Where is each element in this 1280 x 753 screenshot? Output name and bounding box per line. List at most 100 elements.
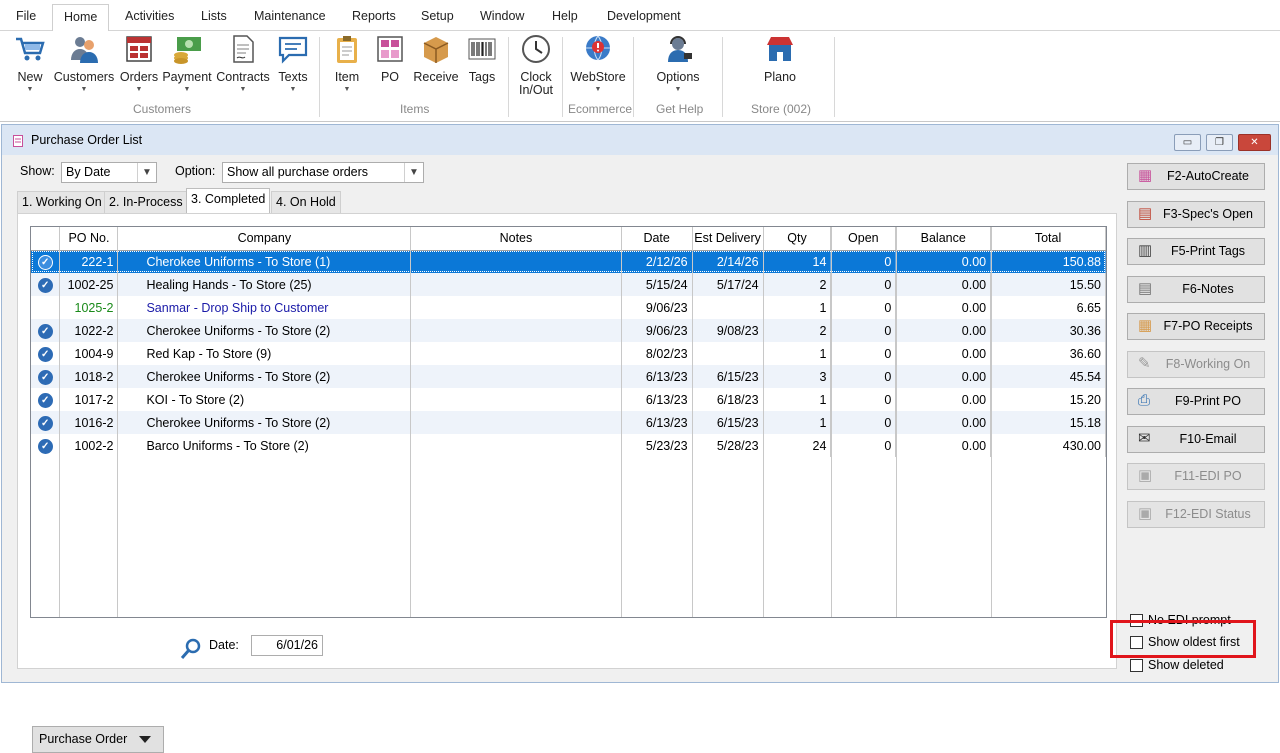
po-button[interactable]: PO (373, 33, 407, 84)
tab-working-on[interactable]: 1. Working On (17, 191, 107, 213)
f12-edi-status-button[interactable]: ▣ F12-EDI Status (1127, 500, 1265, 528)
tab-on-hold[interactable]: 4. On Hold (271, 191, 341, 213)
table-row[interactable]: ✓ 1004-9 Red Kap - To Store (9) 8/02/23 1 0 0.… (31, 342, 1106, 365)
menu-home[interactable]: Home (52, 4, 110, 32)
notes-cell[interactable] (410, 388, 622, 411)
tab-completed[interactable]: 3. Completed (186, 188, 271, 213)
minimize-button[interactable]: ▭ (1174, 134, 1201, 151)
total-cell[interactable]: 30.36 (990, 319, 1106, 342)
est-delivery-cell[interactable] (692, 296, 764, 319)
item-button[interactable]: Item ▼ (330, 33, 364, 93)
qty-cell[interactable]: 14 (763, 250, 832, 273)
est-delivery-cell[interactable]: 5/17/24 (692, 273, 764, 296)
total-cell[interactable]: 15.20 (990, 388, 1106, 411)
balance-cell[interactable]: 0.00 (895, 250, 992, 273)
col-header-qty[interactable]: Qty (763, 227, 832, 251)
est-delivery-cell[interactable]: 6/18/23 (692, 388, 764, 411)
open-cell[interactable]: 0 (830, 273, 897, 296)
menu-lists[interactable]: Lists (190, 5, 238, 29)
f3-specs-open-button[interactable]: ▤ F3-Spec's Open (1127, 200, 1265, 228)
search-icon[interactable] (180, 638, 202, 660)
po-no-cell[interactable]: 1017-2 (59, 388, 119, 411)
po-no-cell[interactable]: 1002-2 (59, 434, 119, 457)
payment-button[interactable]: Payment ▼ (162, 33, 212, 93)
status-cell[interactable]: ✓ (31, 319, 61, 342)
receive-button[interactable]: Receive (411, 33, 461, 84)
qty-cell[interactable]: 24 (763, 434, 832, 457)
new-button[interactable]: New ▼ (12, 33, 48, 93)
date-cell[interactable]: 6/13/23 (621, 365, 693, 388)
col-header-company[interactable]: Company (117, 227, 412, 251)
options-button[interactable]: Options ▼ (654, 33, 702, 93)
chevron-down-icon[interactable]: ▼ (404, 163, 423, 182)
total-cell[interactable]: 430.00 (990, 434, 1106, 457)
balance-cell[interactable]: 0.00 (895, 273, 992, 296)
status-cell[interactable]: ✓ (31, 250, 61, 273)
company-cell[interactable]: Red Kap - To Store (9) (117, 342, 412, 365)
total-cell[interactable]: 15.50 (990, 273, 1106, 296)
notes-cell[interactable] (410, 342, 622, 365)
status-cell[interactable]: ✓ (31, 273, 61, 296)
f11-edi-po-button[interactable]: ▣ F11-EDI PO (1127, 463, 1265, 490)
tags-button[interactable]: Tags (464, 33, 500, 84)
table-row[interactable]: ✓ 1017-2 KOI - To Store (2) 6/13/23 6/18/23 1… (31, 388, 1106, 411)
menu-maintenance[interactable]: Maintenance (243, 5, 337, 29)
qty-cell[interactable]: 1 (763, 296, 832, 319)
f6-notes-button[interactable]: ▤ F6-Notes (1127, 275, 1265, 303)
est-delivery-cell[interactable]: 6/15/23 (692, 365, 764, 388)
qty-cell[interactable]: 2 (763, 319, 832, 342)
po-grid[interactable]: PO No. Company Notes Date Est Delivery Q… (30, 226, 1107, 618)
status-cell[interactable]: ✓ (31, 411, 61, 434)
company-cell[interactable]: Cherokee Uniforms - To Store (2) (117, 319, 412, 342)
po-no-cell[interactable]: 222-1 (59, 250, 119, 273)
notes-cell[interactable] (410, 319, 622, 342)
notes-cell[interactable] (410, 365, 622, 388)
company-cell[interactable]: Cherokee Uniforms - To Store (2) (117, 365, 412, 388)
store-plano-button[interactable]: Plano (760, 33, 800, 84)
balance-cell[interactable]: 0.00 (895, 342, 992, 365)
table-row[interactable]: ✓ 222-1 Cherokee Uniforms - To Store (1) 2/… (31, 250, 1106, 273)
company-cell[interactable]: Healing Hands - To Store (25) (117, 273, 412, 296)
qty-cell[interactable]: 1 (763, 411, 832, 434)
notes-cell[interactable] (410, 250, 622, 273)
table-row[interactable]: ✓ 1022-2 Cherokee Uniforms - To Store (2) 9… (31, 319, 1106, 342)
col-header-check[interactable] (31, 227, 61, 251)
notes-cell[interactable] (410, 273, 622, 296)
date-cell[interactable]: 5/23/23 (621, 434, 693, 457)
qty-cell[interactable]: 1 (763, 342, 832, 365)
col-header-po-no[interactable]: PO No. (59, 227, 119, 251)
date-cell[interactable]: 6/13/23 (621, 411, 693, 434)
po-no-cell[interactable]: 1022-2 (59, 319, 119, 342)
open-cell[interactable]: 0 (830, 250, 897, 273)
f2-autocreate-button[interactable]: ▦ F2-AutoCreate (1127, 163, 1265, 190)
est-delivery-cell[interactable]: 2/14/26 (692, 250, 764, 273)
balance-cell[interactable]: 0.00 (895, 296, 992, 319)
open-cell[interactable]: 0 (830, 319, 897, 342)
date-cell[interactable]: 2/12/26 (621, 250, 693, 273)
purchase-order-dropdown-button[interactable]: Purchase Order (32, 726, 164, 753)
po-no-cell[interactable]: 1004-9 (59, 342, 119, 365)
balance-cell[interactable]: 0.00 (895, 434, 992, 457)
total-cell[interactable]: 150.88 (990, 250, 1106, 273)
col-header-open[interactable]: Open (830, 227, 897, 251)
col-header-balance[interactable]: Balance (895, 227, 992, 251)
po-no-cell[interactable]: 1018-2 (59, 365, 119, 388)
open-cell[interactable]: 0 (830, 388, 897, 411)
texts-button[interactable]: Texts ▼ (274, 33, 312, 93)
open-cell[interactable]: 0 (830, 365, 897, 388)
col-header-date[interactable]: Date (621, 227, 693, 251)
clock-in-out-button[interactable]: Clock In/Out (514, 33, 558, 97)
total-cell[interactable]: 45.54 (990, 365, 1106, 388)
date-cell[interactable]: 5/15/24 (621, 273, 693, 296)
chevron-down-icon[interactable]: ▼ (137, 163, 156, 182)
company-cell[interactable]: Sanmar - Drop Ship to Customer (117, 296, 412, 319)
balance-cell[interactable]: 0.00 (895, 319, 992, 342)
total-cell[interactable]: 6.65 (990, 296, 1106, 319)
menu-development[interactable]: Development (596, 5, 692, 29)
qty-cell[interactable]: 1 (763, 388, 832, 411)
date-input[interactable]: 6/01/26 (251, 635, 323, 656)
col-header-est-delivery[interactable]: Est Delivery (692, 227, 764, 251)
date-cell[interactable]: 6/13/23 (621, 388, 693, 411)
col-header-notes[interactable]: Notes (410, 227, 622, 251)
f5-print-tags-button[interactable]: ▥ F5-Print Tags (1127, 238, 1265, 265)
